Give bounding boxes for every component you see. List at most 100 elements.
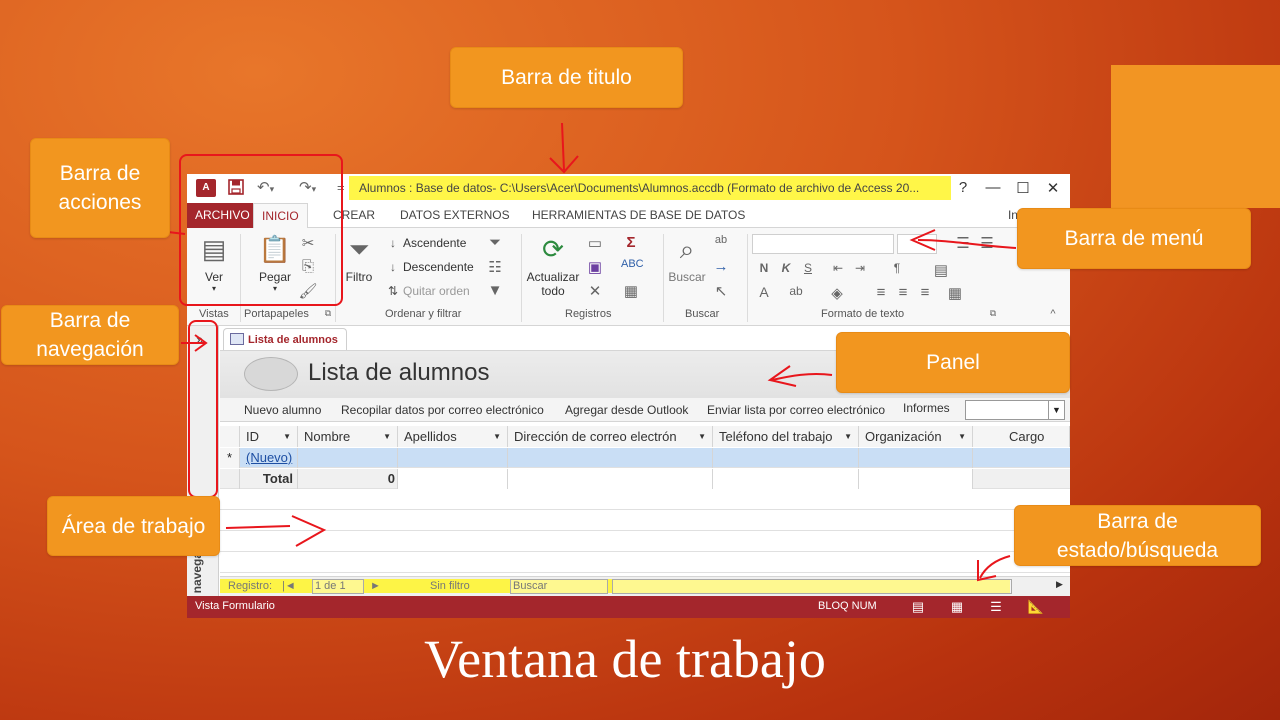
enviar-lista-link[interactable]: Enviar lista por correo electrónico: [707, 403, 885, 417]
sort-descending-icon: ↓: [390, 260, 396, 274]
search-input[interactable]: Buscar: [510, 579, 608, 594]
buscar-group-label: Buscar: [685, 308, 720, 320]
column-header-nombre[interactable]: Nombre ▼: [298, 426, 398, 447]
table-cell[interactable]: [859, 448, 973, 468]
font-name-combo[interactable]: [752, 234, 894, 254]
filtro-button[interactable]: ⏷ Filtro: [341, 232, 377, 284]
numbering-icon[interactable]: ☰: [977, 234, 997, 252]
select-icon[interactable]: ↖: [711, 282, 731, 300]
table-cell[interactable]: [298, 448, 398, 468]
new-record-icon[interactable]: ▭: [585, 234, 605, 252]
gridlines-icon[interactable]: ▦: [945, 284, 965, 302]
fill-color-icon[interactable]: ◈: [827, 284, 847, 302]
new-record-id[interactable]: (Nuevo): [240, 448, 298, 468]
portapapeles-group-label: Portapapeles: [244, 308, 309, 320]
horizontal-scrollbar[interactable]: [612, 579, 1012, 594]
help-button[interactable]: ?: [951, 179, 975, 196]
buscar-button[interactable]: ⌕ Buscar: [667, 232, 707, 284]
row-selector-header[interactable]: [220, 426, 240, 447]
descendente-button[interactable]: ↓ Descendente: [385, 260, 474, 274]
table-cell[interactable]: [398, 448, 508, 468]
table-cell[interactable]: [508, 448, 713, 468]
form-view-icon[interactable]: ▤: [909, 599, 927, 615]
column-header-apellidos[interactable]: Apellidos ▼: [398, 426, 508, 447]
italic-button[interactable]: K: [776, 261, 796, 275]
clear-sort-icon: ⇅: [387, 284, 399, 298]
bold-button[interactable]: N: [754, 261, 774, 275]
font-color-button[interactable]: A: [754, 284, 774, 300]
total-label: Total: [240, 469, 298, 489]
selection-filter-icon[interactable]: ⏷: [485, 234, 505, 251]
group-separator: [747, 234, 748, 322]
replace-icon[interactable]: ab: [711, 234, 731, 246]
column-header-correo[interactable]: Dirección de correo electrón ▼: [508, 426, 713, 447]
collapse-ribbon-icon[interactable]: ^: [1043, 308, 1063, 320]
align-right-icon[interactable]: ≡: [915, 284, 935, 301]
align-center-icon[interactable]: ≡: [893, 284, 913, 301]
quitar-orden-button[interactable]: ⇅ Quitar orden: [385, 284, 470, 298]
total-row: Total 0: [220, 469, 1070, 489]
next-record-button[interactable]: ►: [370, 580, 381, 592]
agregar-outlook-link[interactable]: Agregar desde Outlook: [565, 403, 688, 417]
increase-indent-icon[interactable]: ⇥: [850, 261, 870, 275]
buscar-label: Buscar: [668, 270, 706, 284]
totals-icon[interactable]: Σ: [621, 234, 641, 251]
doc-tab-label: Lista de alumnos: [248, 334, 338, 346]
delete-record-icon[interactable]: ✕: [585, 282, 605, 300]
doc-tab-lista-alumnos[interactable]: Lista de alumnos: [223, 328, 347, 350]
callout-barra-estado: Barra de estado/búsqueda: [1014, 505, 1261, 566]
record-navigation-bar: Registro: |◄ 1 de 1 ► Sin filtro Buscar …: [220, 576, 1070, 596]
font-size-combo[interactable]: [897, 234, 937, 254]
column-header-organizacion[interactable]: Organización ▼: [859, 426, 973, 447]
callout-barra-menu: Barra de menú: [1017, 208, 1251, 269]
decrease-indent-icon[interactable]: ⇤: [828, 261, 848, 275]
sort-ascending-icon: ↓: [390, 236, 396, 250]
save-record-icon[interactable]: ▣: [585, 258, 605, 276]
funnel-icon: ⏷: [348, 234, 370, 264]
scroll-right-icon[interactable]: ▶: [1056, 579, 1063, 590]
bullets-icon[interactable]: ☰: [953, 234, 973, 252]
advanced-filter-icon[interactable]: ☷: [485, 258, 505, 276]
minimize-button[interactable]: —: [981, 179, 1005, 196]
status-numlock: BLOQ NUM: [818, 600, 877, 612]
informes-combo[interactable]: ▼: [965, 400, 1065, 420]
column-header-id[interactable]: ID ▼: [240, 426, 298, 447]
column-header-cargo[interactable]: Cargo: [973, 426, 1070, 447]
actualizar-button[interactable]: ⟳ Actualizar todo: [525, 232, 581, 298]
form-title: Lista de alumnos: [308, 359, 490, 386]
record-number-box[interactable]: 1 de 1: [312, 579, 364, 594]
callout-area-trabajo: Área de trabajo: [47, 496, 220, 556]
maximize-button[interactable]: ☐: [1011, 179, 1035, 197]
filter-status[interactable]: Sin filtro: [430, 580, 470, 592]
datasheet-view-icon[interactable]: ▦: [948, 599, 966, 615]
dialog-launcher-icon[interactable]: ⧉: [983, 308, 1003, 319]
nuevo-alumno-link[interactable]: Nuevo alumno: [244, 403, 321, 417]
alternate-row-icon[interactable]: ▤: [931, 261, 951, 279]
table-cell[interactable]: [713, 448, 859, 468]
column-header-telefono[interactable]: Teléfono del trabajo ▼: [713, 426, 859, 447]
spelling-icon[interactable]: ABC: [621, 258, 644, 270]
first-record-button[interactable]: |◄: [282, 580, 296, 592]
close-button[interactable]: ✕: [1041, 179, 1065, 197]
row-selector[interactable]: [220, 469, 240, 489]
tab-herramientas[interactable]: HERRAMIENTAS DE BASE DE DATOS: [524, 203, 753, 228]
new-record-marker[interactable]: *: [220, 448, 240, 468]
layout-view-icon[interactable]: ☰: [987, 599, 1005, 615]
paragraph-icon[interactable]: ¶: [887, 261, 907, 275]
group-separator: [663, 234, 664, 322]
informes-label: Informes: [903, 401, 950, 415]
recopilar-datos-link[interactable]: Recopilar datos por correo electrónico: [341, 403, 544, 417]
highlight-icon[interactable]: ab: [786, 284, 806, 298]
dropdown-arrow-icon[interactable]: ▼: [1048, 401, 1064, 419]
underline-button[interactable]: S: [798, 261, 818, 275]
new-record-row[interactable]: * (Nuevo): [220, 448, 1070, 468]
design-view-icon[interactable]: 📐: [1027, 599, 1045, 615]
tab-datos-externos[interactable]: DATOS EXTERNOS: [392, 203, 518, 228]
ascendente-button[interactable]: ↓ Ascendente: [385, 236, 466, 250]
align-left-icon[interactable]: ≡: [871, 284, 891, 301]
toggle-filter-icon[interactable]: ▼: [485, 282, 505, 299]
status-bar: Vista Formulario BLOQ NUM ▤ ▦ ☰ 📐: [187, 596, 1070, 618]
goto-icon[interactable]: →: [711, 258, 731, 275]
callout-panel: Panel: [836, 332, 1070, 393]
more-icon[interactable]: ▦: [621, 282, 641, 300]
